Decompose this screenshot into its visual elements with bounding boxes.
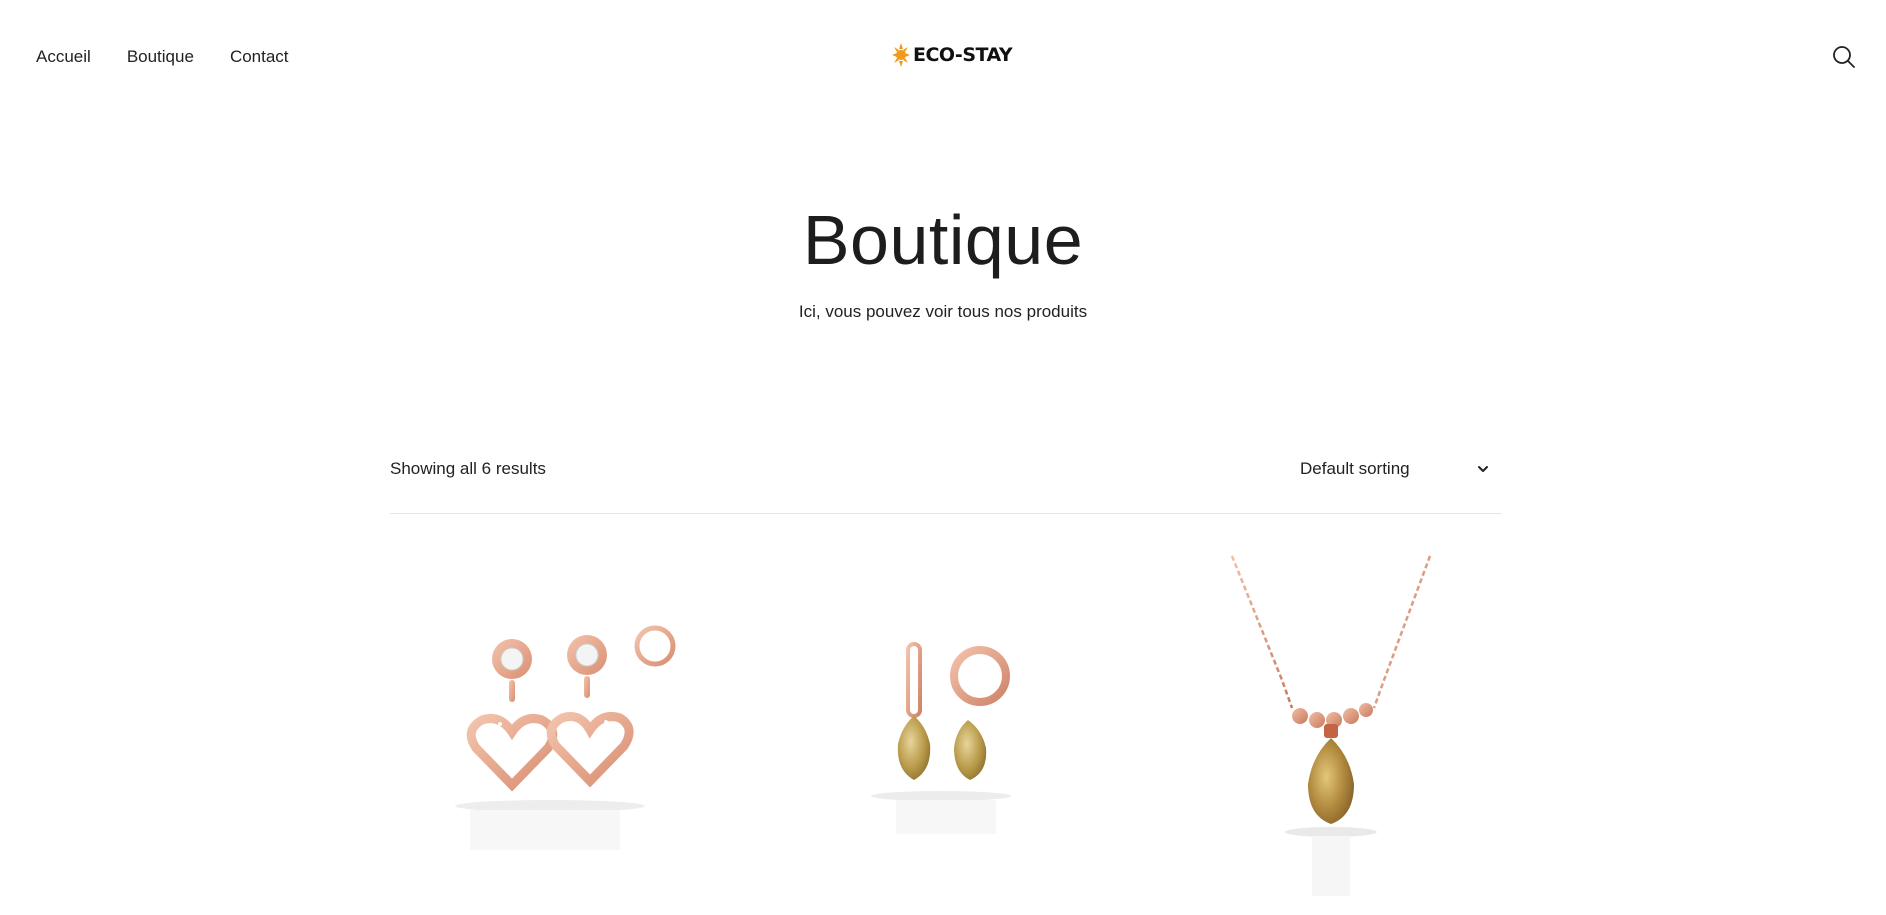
logo-text: ECO-STAY: [913, 44, 1013, 66]
main-nav: Accueil Boutique Contact: [36, 47, 289, 67]
sorting-select[interactable]: Default sorting: [1300, 453, 1490, 485]
nav-item-boutique[interactable]: Boutique: [127, 47, 194, 67]
product-card-hoop-earrings[interactable]: [766, 548, 1126, 915]
logo-sun-icon: [892, 43, 910, 67]
site-logo[interactable]: ECO-STAY: [891, 42, 1013, 68]
product-image-citrine-necklace: [1230, 555, 1432, 896]
chevron-down-icon: [1478, 466, 1488, 472]
product-card-heart-earrings[interactable]: [390, 548, 750, 915]
shop-page: Accueil Boutique Contact ECO-STAY Boutiq…: [0, 0, 1886, 915]
search-icon: [1833, 46, 1855, 68]
results-count: Showing all 6 results: [390, 459, 546, 478]
page-subtitle: Ici, vous pouvez voir tous nos produits: [798, 302, 1088, 321]
product-image-heart-earrings: [455, 625, 736, 850]
nav-item-contact[interactable]: Contact: [230, 47, 289, 67]
sorting-selected-value: Default sorting: [1300, 459, 1410, 478]
site-header: Accueil Boutique Contact ECO-STAY: [0, 0, 1886, 116]
toolbar-divider: [390, 513, 1502, 514]
product-image-hoop-earrings: [871, 642, 1011, 834]
nav-item-accueil[interactable]: Accueil: [36, 47, 91, 67]
search-button[interactable]: [1832, 45, 1856, 69]
product-card-citrine-necklace[interactable]: [1142, 548, 1502, 915]
page-title: Boutique: [802, 201, 1084, 279]
